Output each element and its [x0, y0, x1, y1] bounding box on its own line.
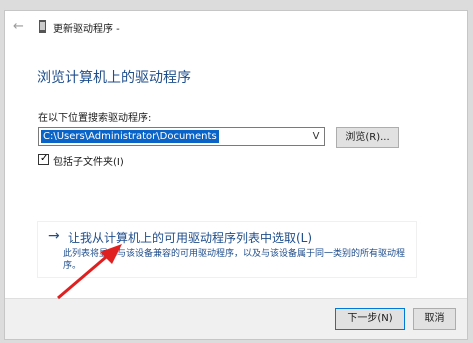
path-input-value[interactable]: C:\Users\Administrator\Documents	[41, 130, 219, 143]
include-subfolders-label[interactable]: 包括子文件夹(I)	[53, 153, 124, 168]
right-arrow-icon: →	[48, 228, 60, 244]
checkmark-icon: ✓	[40, 153, 49, 164]
search-location-label: 在以下位置搜索驱动程序:	[38, 113, 152, 124]
include-subfolders-checkbox[interactable]: ✓	[38, 153, 49, 165]
update-driver-window: ← 更新驱动程序 - 浏览计算机上的驱动程序 在以下位置搜索驱动程序: C:\U…	[4, 10, 468, 340]
pick-from-list-description: 此列表将显示与该设备兼容的可用驱动程序，以及与该设备属于同一类别的所有驱动程序。	[63, 249, 406, 271]
window-title: 更新驱动程序 -	[53, 24, 120, 35]
cancel-button[interactable]: 取消	[413, 308, 456, 330]
back-arrow-icon[interactable]: ←	[13, 20, 27, 34]
path-combobox[interactable]: C:\Users\Administrator\Documents V	[38, 127, 325, 146]
title-bar: ← 更新驱动程序 -	[5, 11, 467, 43]
device-icon	[39, 20, 46, 33]
next-button[interactable]: 下一步(N)	[335, 308, 405, 330]
pick-from-list-title[interactable]: 让我从计算机上的可用驱动程序列表中选取(L)	[68, 229, 312, 246]
page-title: 浏览计算机上的驱动程序	[37, 70, 191, 86]
pick-from-list-option[interactable]: → 让我从计算机上的可用驱动程序列表中选取(L) 此列表将显示与该设备兼容的可用…	[37, 221, 417, 278]
footer-bar: 下一步(N) 取消	[5, 298, 467, 339]
chevron-down-icon[interactable]: V	[309, 129, 323, 144]
browse-button[interactable]: 浏览(R)...	[336, 127, 399, 148]
